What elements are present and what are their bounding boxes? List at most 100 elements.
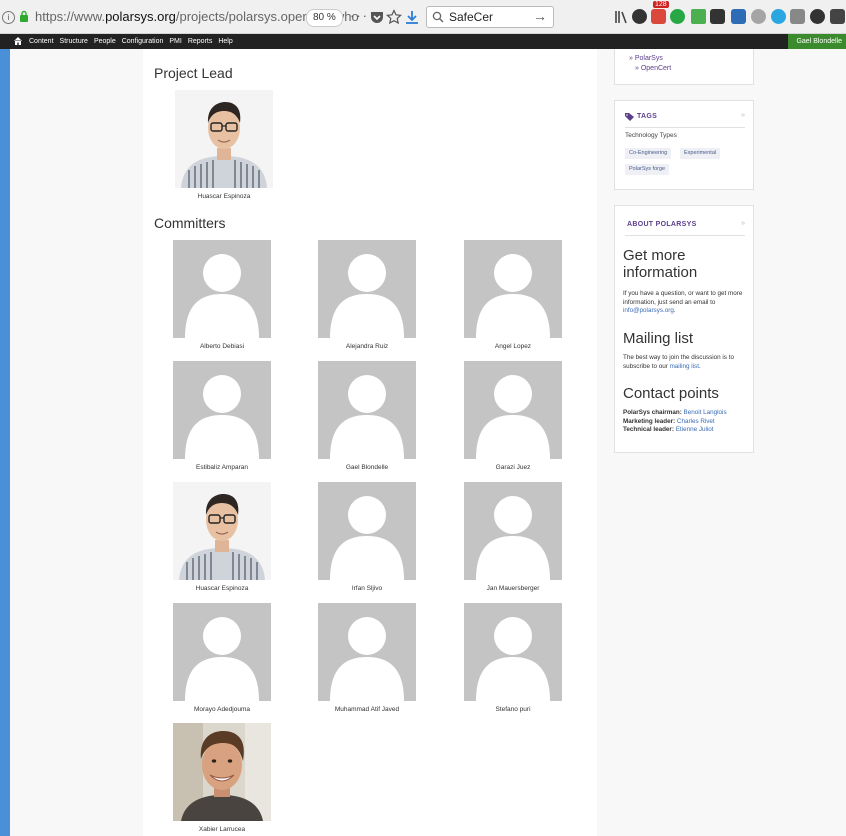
admin-menu-people[interactable]: People <box>94 36 116 47</box>
committer-card[interactable]: Alberto Debiasi <box>173 240 271 350</box>
committer-name[interactable]: Alberto Debiasi <box>163 343 281 350</box>
committer-name[interactable]: Garazi Juez <box>454 464 572 471</box>
pocket-icon[interactable] <box>369 9 385 25</box>
url-prefix: https://www. <box>35 9 106 24</box>
search-go-arrow-icon[interactable]: → <box>533 8 547 24</box>
project-lead-photo <box>175 90 273 188</box>
committer-card[interactable]: Huascar Espinoza <box>173 482 271 592</box>
tag-chip-co-engineering[interactable]: Co-Engineering <box>625 148 672 159</box>
search-icon <box>432 11 444 23</box>
committer-name[interactable]: Alejandra Ruiz <box>308 343 426 350</box>
breadcrumb-box: » PolarSys » OpenCert <box>614 49 754 85</box>
committer-name[interactable]: Stefano puri <box>454 706 572 713</box>
mailing-list-heading: Mailing list <box>623 330 694 347</box>
breadcrumb-polarsys[interactable]: » PolarSys <box>629 55 663 62</box>
committer-card[interactable]: Stefano puri <box>464 603 562 713</box>
admin-menu-reports[interactable]: Reports <box>188 36 213 47</box>
committer-card[interactable]: Morayo Adedjouma <box>173 603 271 713</box>
get-info-text: If you have a question, or want to get m… <box>623 290 751 316</box>
mail-count-badge: 128 <box>653 1 669 8</box>
committer-card[interactable]: Alejandra Ruiz <box>318 240 416 350</box>
admin-menu-pmi[interactable]: PMI <box>169 36 181 47</box>
committer-name[interactable]: Angel Lopez <box>454 343 572 350</box>
committer-card[interactable]: Jan Mauersberger <box>464 482 562 592</box>
committer-card[interactable]: Garazi Juez <box>464 361 562 471</box>
committer-photo <box>318 482 416 580</box>
committer-photo <box>318 603 416 701</box>
committer-card[interactable]: Angel Lopez <box>464 240 562 350</box>
vue-extension-icon[interactable] <box>731 9 746 24</box>
get-info-heading: Get more information <box>623 247 698 281</box>
admin-menu-configuration[interactable]: Configuration <box>122 36 164 47</box>
about-title: ABOUT POLARSYS <box>627 221 697 228</box>
admin-menu-content[interactable]: Content <box>29 36 54 47</box>
sync-extension-icon[interactable] <box>771 9 786 24</box>
admin-menu-help[interactable]: Help <box>218 36 232 47</box>
info-icon[interactable]: i <box>2 11 15 24</box>
about-divider <box>625 235 745 236</box>
project-lead-heading: Project Lead <box>154 65 233 81</box>
buffer-extension-icon[interactable] <box>710 9 725 24</box>
admin-menu-structure[interactable]: Structure <box>60 36 88 47</box>
reader-extension-icon[interactable] <box>790 9 805 24</box>
menu-extension-icon[interactable] <box>830 9 845 24</box>
tag-chip-experimental[interactable]: Experimental <box>680 148 721 159</box>
admin-user-link[interactable]: Gael Blondelle <box>788 34 846 49</box>
ghostery-extension-icon[interactable] <box>751 9 766 24</box>
tag-chip-polarsys-forge[interactable]: PolarSys forge <box>625 164 670 175</box>
home-icon[interactable] <box>13 36 23 46</box>
committer-card[interactable]: Muhammad Atif Javed <box>318 603 416 713</box>
committer-name[interactable]: Jan Mauersberger <box>454 585 572 592</box>
project-lead-name[interactable]: Huascar Espinoza <box>165 193 283 200</box>
contact-role: Technical leader: <box>623 426 674 433</box>
contact-name-link[interactable]: Benoit Langlois <box>684 409 727 416</box>
committer-card[interactable]: Xabier Larrucea <box>173 723 271 833</box>
contact-chairman: PolarSys chairman: Benoit Langlois <box>623 409 751 418</box>
committer-name[interactable]: Gael Blondelle <box>308 464 426 471</box>
bookmark-star-icon[interactable] <box>386 9 402 25</box>
committer-photo <box>173 723 271 821</box>
grammarly-extension-icon[interactable] <box>670 9 685 24</box>
committer-card[interactable]: Gael Blondelle <box>318 361 416 471</box>
committer-name[interactable]: Muhammad Atif Javed <box>308 706 426 713</box>
tags-collapse-icon[interactable]: » <box>741 112 745 119</box>
committer-name[interactable]: Morayo Adedjouma <box>163 706 281 713</box>
committer-card[interactable]: Estibaliz Amparan <box>173 361 271 471</box>
zoom-level-button[interactable]: 80 % <box>306 9 343 27</box>
committer-name[interactable]: Xabier Larrucea <box>163 826 281 833</box>
contact-role: Marketing leader: <box>623 417 676 425</box>
committer-photo <box>464 603 562 701</box>
committer-photo <box>173 240 271 338</box>
contact-name-link[interactable]: Etienne Juliot <box>676 426 714 433</box>
committer-name[interactable]: Irfan Sljivo <box>308 585 426 592</box>
puzzle-extension-icon[interactable] <box>691 9 706 24</box>
headphones-extension-icon[interactable] <box>810 9 825 24</box>
library-icon[interactable] <box>614 9 630 25</box>
committer-name[interactable]: Estibaliz Amparan <box>163 464 281 471</box>
search-input[interactable]: SafeCer → <box>426 6 554 28</box>
mail-extension-icon[interactable] <box>651 9 666 24</box>
committer-photo <box>173 361 271 459</box>
tags-box: TAGS » Technology Types Co-Engineering E… <box>614 100 754 190</box>
info-email-link[interactable]: info@polarsys.org <box>623 307 674 314</box>
project-lead-card[interactable]: Huascar Espinoza <box>175 90 273 200</box>
contact-name-link[interactable]: Charles Rivet <box>677 418 715 425</box>
mailing-list-link[interactable]: mailing list <box>670 363 699 370</box>
evernote-extension-icon[interactable] <box>632 9 647 24</box>
get-info-end: . <box>673 307 676 314</box>
breadcrumb-opencert[interactable]: » OpenCert <box>635 65 671 72</box>
committer-name[interactable]: Huascar Espinoza <box>163 585 281 592</box>
about-box: ABOUT POLARSYS » Get more information If… <box>614 205 754 453</box>
admin-toolbar: Content Structure People Configuration P… <box>0 34 846 49</box>
url-domain: polarsys.org <box>105 9 176 24</box>
committer-photo <box>173 603 271 701</box>
page-actions-menu[interactable]: ··· <box>350 8 369 23</box>
committer-card[interactable]: Irfan Sljivo <box>318 482 416 592</box>
tag-icon <box>625 113 634 121</box>
tags-group-label: Technology Types <box>625 132 677 139</box>
committer-photo <box>318 240 416 338</box>
mailing-list-end: . <box>698 362 701 370</box>
about-collapse-icon[interactable]: » <box>741 220 745 227</box>
download-icon[interactable] <box>404 9 420 25</box>
contact-role: PolarSys chairman: <box>623 409 682 416</box>
